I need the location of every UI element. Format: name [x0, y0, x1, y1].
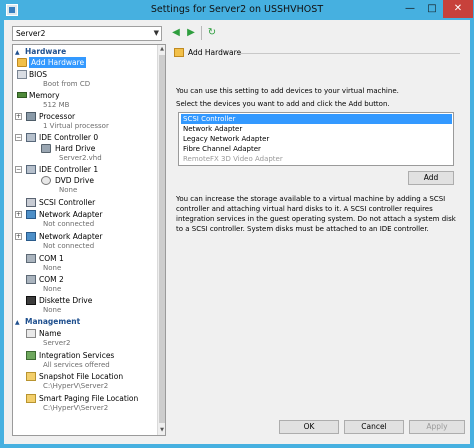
description-text: You can increase the storage available t… [176, 195, 456, 233]
device-item-remotefx-adapter: RemoteFX 3D Video Adapter [183, 155, 283, 163]
tree-scrollbar[interactable]: ▲ ▼ [157, 45, 165, 435]
tree-item-hard-drive[interactable]: Hard Drive Server2.vhd [13, 143, 155, 165]
dialog-client: Server2 ▼ ◀ ▶ ↻ ▲ Hardware Add Hardware B… [4, 20, 470, 444]
ide-controller-icon [26, 133, 36, 142]
caret-down-icon: ▲ [15, 319, 20, 326]
scroll-up-icon[interactable]: ▲ [158, 45, 165, 54]
network-adapter-icon [26, 210, 36, 219]
tree-item-snapshot-location[interactable]: Snapshot File Location C:\HyperV\Server2 [13, 371, 155, 393]
device-item-fibre-channel-adapter[interactable]: Fibre Channel Adapter [181, 144, 452, 154]
header-rule [236, 53, 460, 54]
toolbar-divider [201, 26, 202, 40]
vm-select-dropdown[interactable]: Server2 ▼ [12, 26, 162, 41]
memory-icon [17, 92, 27, 98]
panel-title: Add Hardware [188, 48, 242, 57]
add-button[interactable]: Add [408, 171, 454, 185]
ok-button[interactable]: OK [279, 420, 339, 434]
network-adapter-icon [26, 232, 36, 241]
tree-item-network-adapter-2[interactable]: + Network Adapter Not connected [13, 231, 155, 253]
ide-controller-icon [26, 165, 36, 174]
folder-icon [26, 394, 36, 403]
apply-button: Apply [409, 420, 465, 434]
close-button[interactable]: ✕ [443, 0, 473, 18]
tree-item-com-2[interactable]: COM 2 None [13, 274, 155, 296]
tree-item-memory[interactable]: Memory 512 MB [13, 90, 155, 112]
scroll-down-icon[interactable]: ▼ [158, 426, 165, 435]
tree-item-smart-paging-location[interactable]: Smart Paging File Location C:\HyperV\Ser… [13, 393, 155, 415]
tree-item-network-adapter-1[interactable]: + Network Adapter Not connected [13, 209, 155, 231]
name-icon [26, 329, 36, 338]
cancel-button[interactable]: Cancel [344, 420, 404, 434]
tree-item-name[interactable]: Name Server2 [13, 328, 155, 350]
tree-item-diskette-drive[interactable]: Diskette Drive None [13, 295, 155, 317]
collapse-minus-icon[interactable]: − [15, 166, 22, 173]
back-arrow-icon[interactable]: ◀ [170, 26, 182, 40]
expand-plus-icon[interactable]: + [15, 113, 22, 120]
bios-icon [17, 70, 27, 79]
tree-item-dvd-drive[interactable]: DVD Drive None [13, 175, 155, 197]
hard-drive-icon [41, 144, 51, 153]
scsi-controller-icon [26, 198, 36, 207]
forward-arrow-icon[interactable]: ▶ [185, 26, 197, 40]
device-listbox[interactable]: SCSI Controller Network Adapter Legacy N… [178, 112, 454, 166]
minimize-button[interactable]: — [399, 0, 421, 18]
collapse-minus-icon[interactable]: − [15, 134, 22, 141]
add-hardware-icon [174, 48, 184, 57]
processor-icon [26, 112, 36, 121]
maximize-button[interactable]: □ [421, 0, 443, 18]
chevron-down-icon: ▼ [153, 29, 159, 37]
title-bar[interactable]: Settings for Server2 on USSHVHOST — □ ✕ [0, 0, 474, 20]
settings-panel: Add Hardware You can use this setting to… [170, 44, 464, 436]
expand-plus-icon[interactable]: + [15, 233, 22, 240]
refresh-icon[interactable]: ↻ [206, 26, 218, 40]
device-item-scsi-controller[interactable]: SCSI Controller [181, 114, 452, 124]
com-port-icon [26, 254, 36, 263]
expand-plus-icon[interactable]: + [15, 211, 22, 218]
panel-header: Add Hardware [174, 46, 460, 60]
tree-header-management[interactable]: ▲ Management [15, 317, 155, 327]
com-port-icon [26, 275, 36, 284]
diskette-drive-icon [26, 296, 36, 305]
dvd-drive-icon [41, 176, 51, 185]
tree-item-bios[interactable]: BIOS Boot from CD [13, 69, 155, 91]
tree-item-integration-services[interactable]: Integration Services All services offere… [13, 350, 155, 372]
settings-window: Settings for Server2 on USSHVHOST — □ ✕ … [0, 0, 474, 448]
device-item-legacy-network-adapter[interactable]: Legacy Network Adapter [181, 134, 452, 144]
scrollbar-thumb[interactable] [159, 55, 165, 423]
settings-tree[interactable]: ▲ Hardware Add Hardware BIOS Boot from CD… [12, 44, 166, 436]
device-item-network-adapter[interactable]: Network Adapter [181, 124, 452, 134]
folder-icon [26, 372, 36, 381]
add-hardware-icon [17, 58, 27, 67]
tree-item-com-1[interactable]: COM 1 None [13, 253, 155, 275]
instruction-text: Select the devices you want to add and c… [176, 100, 390, 108]
vm-select-value: Server2 [16, 29, 46, 38]
tree-header-hardware[interactable]: ▲ Hardware [15, 47, 155, 57]
intro-text: You can use this setting to add devices … [176, 87, 399, 95]
tree-item-processor[interactable]: + Processor 1 Virtual processor [13, 111, 155, 133]
integration-services-icon [26, 351, 36, 360]
